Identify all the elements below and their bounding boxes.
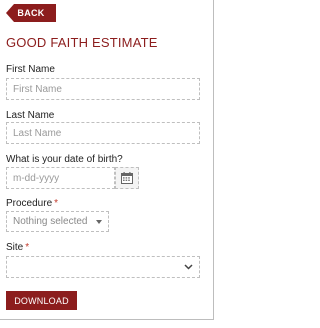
dob-calendar-button[interactable] — [115, 167, 139, 189]
dob-label: What is your date of birth? — [6, 154, 123, 165]
procedure-label-text: Procedure — [6, 198, 53, 209]
procedure-select-value: Nothing selected — [13, 216, 88, 227]
site-label-text: Site — [6, 242, 24, 253]
site-required-mark: * — [25, 242, 30, 253]
last-name-label: Last Name — [6, 110, 55, 121]
chevron-down-icon — [184, 264, 193, 270]
caret-down-icon — [96, 219, 102, 224]
procedure-required-mark: * — [54, 198, 59, 209]
back-button-label: BACK — [17, 8, 45, 18]
download-button-label: DOWNLOAD — [14, 295, 69, 306]
page-title: GOOD FAITH ESTIMATE — [6, 35, 158, 50]
back-button[interactable]: BACK — [6, 4, 56, 22]
site-label: Site * — [6, 242, 29, 253]
calendar-icon — [121, 172, 133, 184]
dob-input[interactable] — [6, 167, 115, 189]
download-button[interactable]: DOWNLOAD — [6, 291, 77, 310]
procedure-label: Procedure * — [6, 198, 58, 209]
last-name-input[interactable] — [6, 122, 200, 144]
form-panel: BACK GOOD FAITH ESTIMATE First Name Last… — [0, 0, 214, 320]
first-name-input[interactable] — [6, 78, 200, 100]
first-name-label: First Name — [6, 64, 55, 75]
procedure-select[interactable]: Nothing selected — [6, 211, 109, 232]
site-select[interactable] — [6, 256, 200, 278]
